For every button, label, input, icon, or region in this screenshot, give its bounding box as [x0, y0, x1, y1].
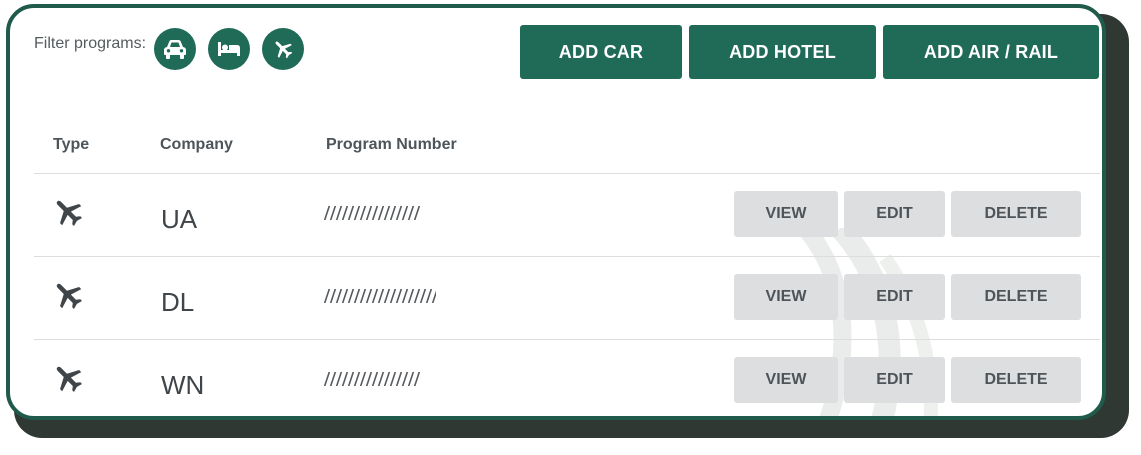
filter-label: Filter programs: [34, 35, 147, 52]
view-button[interactable]: VIEW [734, 191, 838, 237]
add-air-rail-button[interactable]: ADD AIR / RAIL [883, 25, 1099, 79]
delete-button[interactable]: DELETE [951, 274, 1081, 320]
delete-button[interactable]: DELETE [951, 191, 1081, 237]
company-cell: UA [161, 204, 198, 234]
redacted-program-number [324, 289, 436, 303]
redacted-program-number [324, 372, 420, 386]
company-cell: DL [161, 287, 195, 317]
delete-button[interactable]: DELETE [951, 357, 1081, 403]
edit-button[interactable]: EDIT [844, 191, 945, 237]
row-divider [34, 256, 1100, 257]
filter-air-button[interactable] [262, 28, 305, 70]
header-type: Type [53, 136, 90, 153]
edit-button[interactable]: EDIT [844, 357, 945, 403]
plane-icon [56, 283, 83, 310]
company-cell: WN [161, 370, 205, 400]
programs-card: Filter programs: ADD CAR ADD HOTEL ADD A… [6, 4, 1106, 420]
plane-icon [56, 366, 83, 393]
car-icon [164, 40, 187, 59]
filter-hotel-button[interactable] [208, 28, 251, 70]
header-divider [34, 173, 1100, 174]
filter-car-button[interactable] [154, 28, 197, 70]
add-hotel-button[interactable]: ADD HOTEL [689, 25, 876, 79]
row-divider [34, 339, 1100, 340]
header-company: Company [160, 136, 233, 153]
view-button[interactable]: VIEW [734, 274, 838, 320]
filter-programs: Filter programs: [34, 28, 316, 70]
bed-icon [218, 42, 241, 56]
add-car-button[interactable]: ADD CAR [520, 25, 682, 79]
plane-icon [275, 41, 293, 59]
redacted-program-number [324, 206, 420, 220]
edit-button[interactable]: EDIT [844, 274, 945, 320]
view-button[interactable]: VIEW [734, 357, 838, 403]
plane-icon [56, 200, 83, 227]
header-program-number: Program Number [326, 136, 457, 153]
